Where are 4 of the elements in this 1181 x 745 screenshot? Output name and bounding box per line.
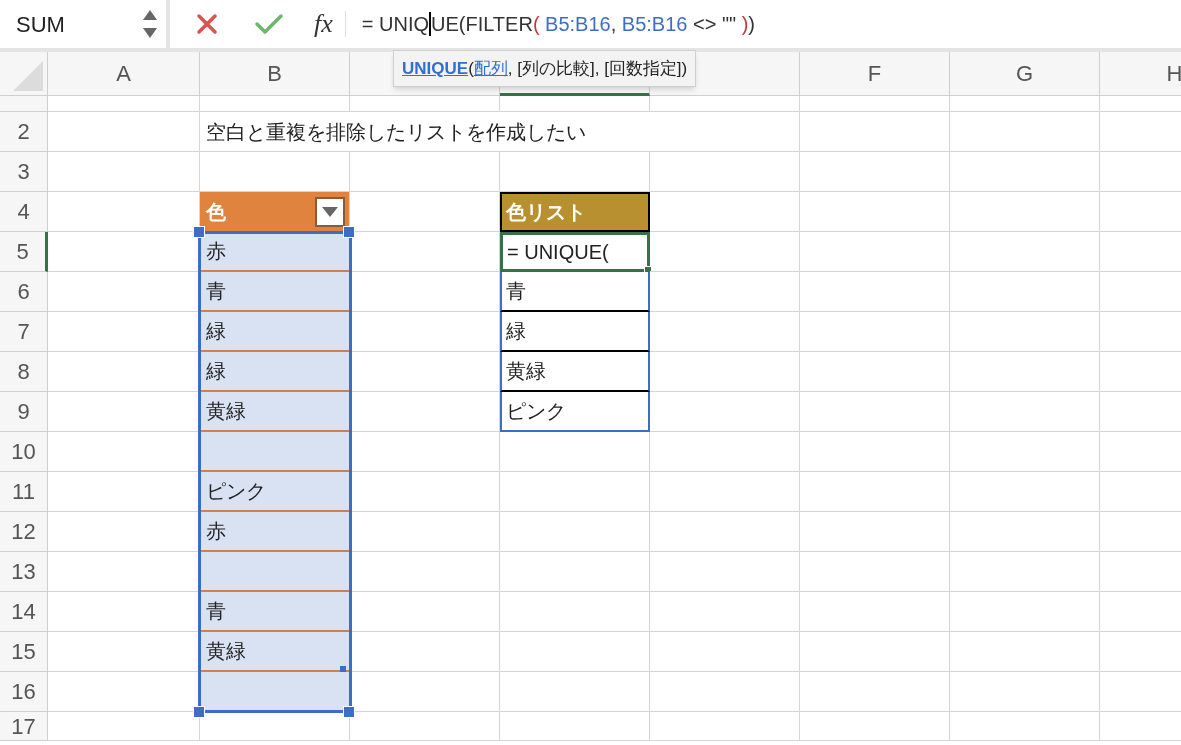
header-label: 色 xyxy=(206,199,226,225)
table-header: 色リスト xyxy=(500,192,650,232)
note-text: 空白と重複を排除したリストを作成したい xyxy=(200,112,800,152)
function-tooltip: UNIQUE(配列, [列の比較], [回数指定]) xyxy=(393,50,697,87)
